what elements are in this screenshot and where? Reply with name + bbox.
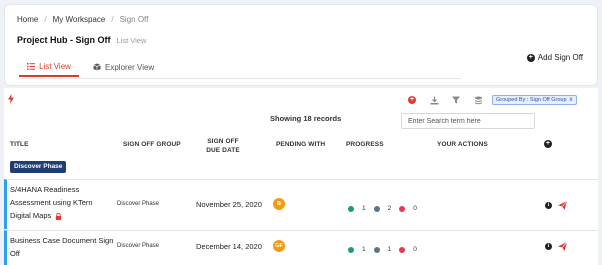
tab-explorer-view[interactable]: Explorer View <box>87 57 160 77</box>
tabs-divider <box>19 78 461 79</box>
column-header-title[interactable]: Title <box>10 141 29 148</box>
progress-pending-count: 2 <box>387 205 392 212</box>
record-count: Showing 18 records <box>270 114 342 123</box>
plus-circle-icon: + <box>526 53 535 62</box>
send-icon[interactable] <box>558 201 567 210</box>
bolt-icon[interactable] <box>8 94 14 107</box>
progress-rejected-dot <box>399 246 406 253</box>
tab-explorer-view-label: Explorer View <box>105 62 155 72</box>
info-icon[interactable]: i <box>545 202 552 209</box>
page-title: Project Hub - Sign Off List View <box>17 35 146 45</box>
row-title[interactable]: Business Case Document Sign Off <box>10 234 114 260</box>
page-subtitle: List View <box>116 36 147 45</box>
add-column-button[interactable]: + <box>544 140 552 148</box>
column-header-pending-with[interactable]: Pending With <box>276 141 325 148</box>
row-sign-off-group: Discover Phase <box>117 201 160 207</box>
avatar[interactable]: B <box>273 198 285 210</box>
progress-indicator: 1 2 0 <box>348 205 425 212</box>
tab-list-view[interactable]: List View <box>19 57 79 77</box>
close-icon[interactable]: x <box>570 97 573 103</box>
breadcrumb-separator: / <box>44 15 47 24</box>
progress-rejected-count: 0 <box>413 205 417 212</box>
avatar[interactable]: GF <box>273 240 285 252</box>
row-actions: i <box>545 242 567 251</box>
progress-pending-count: 1 <box>387 246 392 253</box>
lock-icon <box>56 212 62 220</box>
column-header-progress[interactable]: Progress <box>346 141 384 148</box>
info-icon[interactable]: i <box>545 243 552 250</box>
row-title-text: Business Case Document Sign Off <box>10 236 114 258</box>
add-record-button[interactable]: + <box>404 94 420 106</box>
add-sign-off-label: Add Sign Off <box>537 53 583 62</box>
row-actions: i <box>545 201 567 210</box>
download-button[interactable] <box>426 94 442 106</box>
column-header-actions: Your Actions <box>437 141 488 148</box>
progress-pending-dot <box>373 246 380 253</box>
sign-off-list: + Grouped By : Sign Off Group x Showing … <box>4 88 598 265</box>
add-icon: + <box>408 96 416 104</box>
column-header-group[interactable]: Sign Off Group <box>123 141 181 148</box>
breadcrumb-home[interactable]: Home <box>17 15 38 24</box>
header-card: Home / My Workspace / Sign Off Project H… <box>4 4 598 86</box>
progress-approved-count: 1 <box>362 205 366 212</box>
progress-approved-dot <box>348 205 354 212</box>
group-header-discover-phase[interactable]: Discover Phase <box>10 161 67 173</box>
list-toolbar: + Grouped By : Sign Off Group x <box>404 94 577 106</box>
breadcrumb-sign-off: Sign Off <box>119 15 149 24</box>
cube-icon <box>93 63 101 71</box>
row-title[interactable]: S/4HANA Readiness Assessment using KTern… <box>10 183 114 222</box>
layers-button[interactable] <box>470 94 486 106</box>
send-icon[interactable] <box>558 242 567 251</box>
list-icon <box>27 62 36 70</box>
tab-list-view-label: List View <box>39 61 71 71</box>
layers-icon <box>474 96 482 104</box>
plus-circle-icon: + <box>544 140 552 148</box>
filter-icon <box>452 96 460 104</box>
progress-approved-dot <box>348 246 354 253</box>
breadcrumb-separator: / <box>111 15 114 24</box>
page-title-text: Project Hub - Sign Off <box>17 35 111 45</box>
breadcrumb: Home / My Workspace / Sign Off <box>17 15 148 24</box>
row-due-date: November 25, 2020 <box>196 200 262 209</box>
progress-rejected-dot <box>399 205 406 212</box>
search-input[interactable] <box>401 113 535 129</box>
grouped-by-badge: Grouped By : Sign Off Group x <box>492 95 577 105</box>
table-row[interactable]: S/4HANA Readiness Assessment using KTern… <box>4 179 598 229</box>
row-sign-off-group: Discover Phase <box>117 243 160 249</box>
progress-pending-dot <box>373 205 380 212</box>
column-header-due-date[interactable]: Sign Off Due Date <box>200 137 246 155</box>
grouped-by-label: Grouped By : Sign Off Group <box>496 97 567 103</box>
view-tabs: List View Explorer View <box>19 57 160 77</box>
add-sign-off-button[interactable]: + Add Sign Off <box>526 53 583 62</box>
row-title-text: S/4HANA Readiness Assessment using KTern… <box>10 185 93 220</box>
progress-indicator: 1 1 0 <box>348 246 425 253</box>
row-due-date: December 14, 2020 <box>196 242 262 251</box>
table-row[interactable]: Business Case Document Sign Off Discover… <box>4 230 598 265</box>
progress-approved-count: 1 <box>362 246 366 253</box>
progress-rejected-count: 0 <box>413 246 417 253</box>
filter-button[interactable] <box>448 94 464 106</box>
breadcrumb-my-workspace[interactable]: My Workspace <box>53 15 106 24</box>
download-icon <box>430 96 438 104</box>
